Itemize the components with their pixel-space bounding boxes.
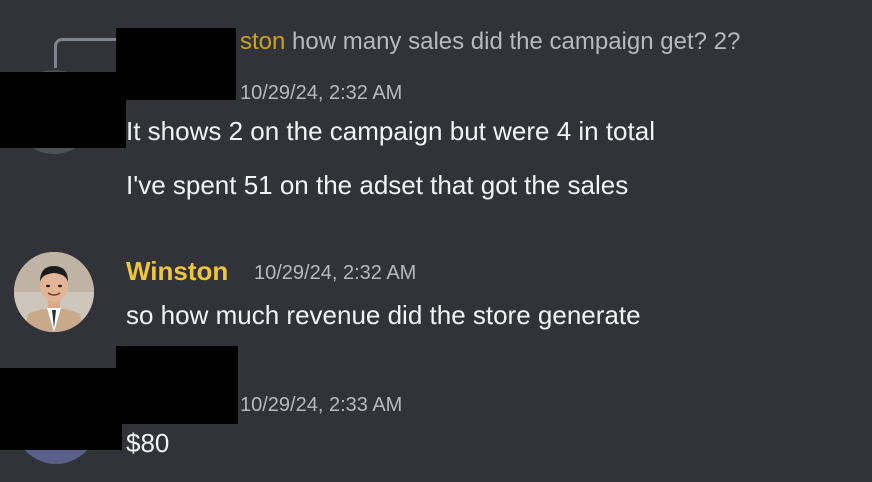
message-line: so how much revenue did the store genera…	[126, 300, 641, 330]
message-timestamp: 10/29/24, 2:32 AM	[240, 82, 403, 104]
person-in-suit-avatar-icon	[14, 252, 94, 332]
message-line: It shows 2 on the campaign but were 4 in…	[126, 116, 655, 146]
message-timestamp: 10/29/24, 2:32 AM	[254, 262, 417, 284]
reply-author-name[interactable]: ston	[240, 28, 285, 55]
redaction-block	[116, 346, 238, 424]
message-line: I've spent 51 on the adset that got the …	[126, 170, 629, 200]
message-timestamp: 10/29/24, 2:33 AM	[240, 394, 403, 416]
reply-connector-icon	[54, 38, 118, 68]
message-line: $80	[126, 428, 170, 458]
username[interactable]: Winston	[126, 254, 228, 288]
reply-text[interactable]: how many sales did the campaign get? 2?	[292, 28, 740, 55]
redaction-block	[0, 368, 122, 450]
avatar[interactable]	[14, 252, 94, 332]
redaction-block	[0, 72, 126, 148]
redaction-block	[116, 28, 236, 100]
